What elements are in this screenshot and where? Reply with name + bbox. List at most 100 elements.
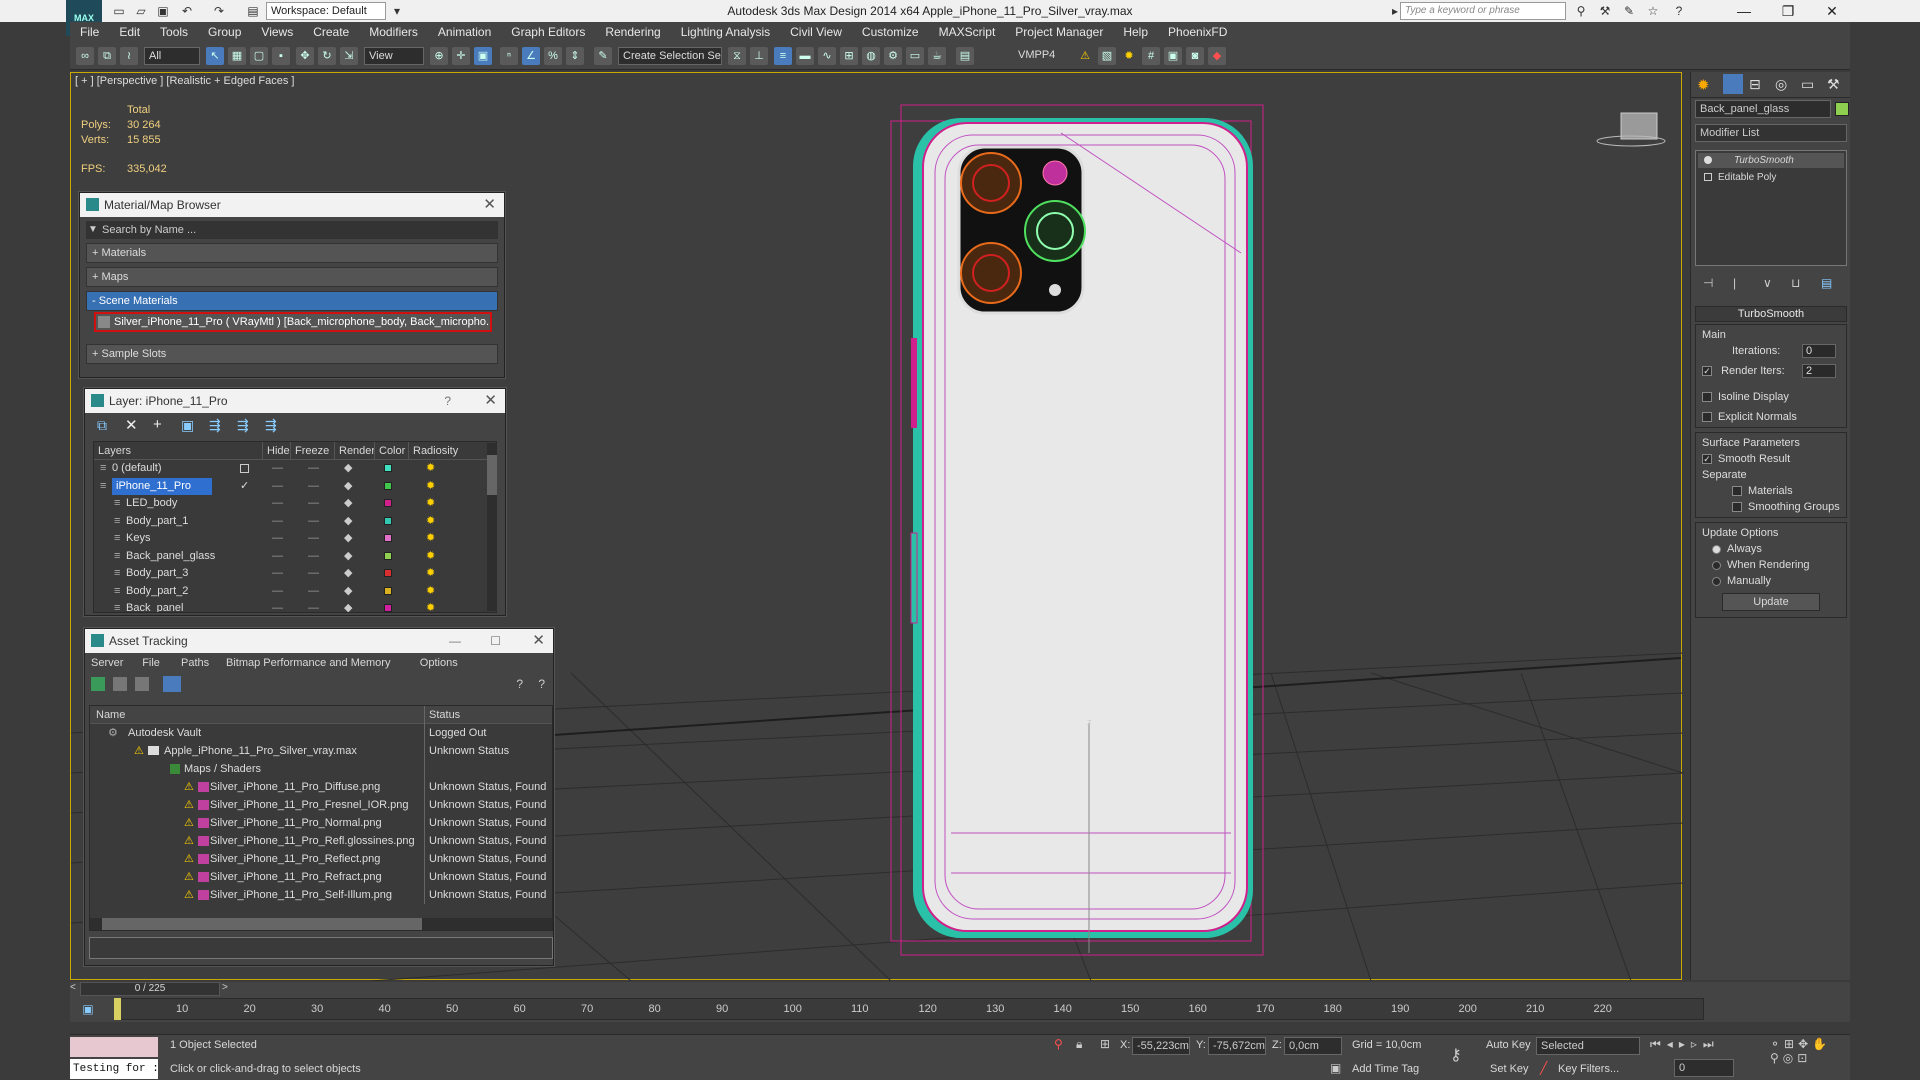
render-toggle-icon[interactable]: ◆: [344, 565, 352, 582]
render-toggle-icon[interactable]: ◆: [344, 583, 352, 600]
undo-icon[interactable]: ↶: [178, 2, 196, 20]
time-slider[interactable]: 0 / 225: [80, 982, 220, 996]
column-color[interactable]: Color: [374, 442, 405, 460]
radiosity-icon[interactable]: ✹: [426, 548, 435, 565]
radiosity-icon[interactable]: ✹: [426, 513, 435, 530]
help-icon[interactable]: ?: [444, 389, 451, 413]
reference-coordinate-dropdown[interactable]: View: [364, 47, 424, 65]
next-frame-icon[interactable]: >: [222, 982, 228, 993]
hide-toggle-icon[interactable]: —: [272, 548, 283, 565]
layer-name[interactable]: Body_part_2: [126, 583, 188, 600]
menu-phoenixfd[interactable]: PhoenixFD: [1158, 22, 1237, 42]
layer-color-swatch[interactable]: [384, 499, 392, 507]
select-object-icon[interactable]: ↖: [206, 47, 224, 65]
layer-color-swatch[interactable]: [384, 464, 392, 472]
layer-scrollbar[interactable]: [487, 443, 497, 611]
layer-name[interactable]: Back_panel: [126, 600, 184, 612]
warning-icon[interactable]: ⚠: [1076, 47, 1094, 65]
create-layer-icon[interactable]: ⧉: [97, 417, 107, 434]
communication-icon[interactable]: ✎: [1620, 2, 1638, 20]
minimize-icon[interactable]: —: [449, 629, 461, 653]
redo-icon[interactable]: ↷: [210, 2, 228, 20]
material-editor-icon[interactable]: ◍: [862, 47, 880, 65]
utilities-tab-icon[interactable]: ⚒: [1827, 76, 1840, 93]
binoculars-icon[interactable]: ⚲: [1572, 2, 1590, 20]
menu-graph-editors[interactable]: Graph Editors: [501, 22, 595, 42]
spinner-snap-icon[interactable]: ⇕: [566, 47, 584, 65]
close-button[interactable]: ✕: [1810, 0, 1854, 22]
column-freeze[interactable]: Freeze: [290, 442, 329, 460]
table-view-icon[interactable]: [163, 676, 181, 692]
asset-row[interactable]: ⚠ Silver_iPhone_11_Pro_Self-Illum.png Unkn…: [90, 886, 552, 904]
hide-toggle-icon[interactable]: —: [272, 600, 283, 612]
radiosity-icon[interactable]: ✹: [426, 495, 435, 512]
stack-editable-poly[interactable]: Editable Poly: [1698, 170, 1844, 185]
menu-help[interactable]: Help: [1113, 22, 1158, 42]
open-file-icon[interactable]: ▱: [132, 2, 150, 20]
render-toggle-icon[interactable]: ◆: [344, 530, 352, 547]
render-production-icon[interactable]: ☕: [928, 47, 946, 65]
layer-color-swatch[interactable]: [384, 481, 392, 490]
time-slider-marker[interactable]: [114, 998, 121, 1020]
tree-view-icon[interactable]: [135, 677, 149, 691]
set-key-button[interactable]: Set Key: [1490, 1063, 1529, 1075]
render-toggle-icon[interactable]: ◆: [344, 478, 352, 495]
asset-path-field[interactable]: [89, 937, 553, 959]
hide-toggle-icon[interactable]: —: [272, 495, 283, 512]
update-button[interactable]: Update: [1722, 593, 1820, 611]
freeze-toggle-icon[interactable]: —: [308, 478, 319, 495]
grid-icon[interactable]: #: [1142, 47, 1160, 65]
asset-row[interactable]: ⚠ Silver_iPhone_11_Pro_Diffuse.png Unknown…: [90, 778, 552, 796]
freeze-all-icon[interactable]: ⇶: [265, 417, 277, 434]
maxscript-listener-pink[interactable]: [70, 1037, 158, 1057]
layer-row[interactable]: ≡ LED_body — — ◆ ✹: [94, 495, 494, 512]
chevron-down-icon[interactable]: ▾: [388, 2, 406, 20]
smoothing-groups-checkbox[interactable]: [1732, 502, 1742, 513]
menu-views[interactable]: Views: [251, 22, 303, 42]
menu-group[interactable]: Group: [198, 22, 251, 42]
current-layer-box-icon[interactable]: [240, 464, 249, 473]
render-toggle-icon[interactable]: ◆: [344, 460, 352, 477]
column-hide[interactable]: Hide: [262, 442, 290, 460]
menu-create[interactable]: Create: [303, 22, 359, 42]
manually-radio[interactable]: [1712, 576, 1721, 586]
layer-row[interactable]: ≡ Keys — — ◆ ✹: [94, 530, 494, 547]
menu-project-manager[interactable]: Project Manager: [1005, 22, 1113, 42]
asset-menu-bitmap-performance-and-memory[interactable]: Bitmap Performance and Memory: [226, 653, 390, 673]
asset-menu-file[interactable]: File: [142, 653, 160, 673]
select-move-icon[interactable]: ✥: [296, 47, 314, 65]
column-name[interactable]: Name: [96, 706, 125, 724]
stack-turbosmooth[interactable]: TurboSmooth: [1698, 153, 1844, 168]
render-toggle-icon[interactable]: ◆: [344, 513, 352, 530]
layer-manager-icon[interactable]: ≡: [774, 47, 792, 65]
freeze-toggle-icon[interactable]: —: [308, 495, 319, 512]
render-iters-checkbox[interactable]: ✓: [1702, 366, 1712, 377]
select-scale-icon[interactable]: ⇲: [340, 47, 358, 65]
motion-tab-icon[interactable]: ◎: [1775, 76, 1787, 93]
asset-row[interactable]: ⚠ Silver_iPhone_11_Pro_Normal.png Unknown …: [90, 814, 552, 832]
object-name-field[interactable]: Back_panel_glass: [1695, 100, 1831, 118]
asset-menu-options[interactable]: Options: [420, 653, 458, 673]
layer-row[interactable]: ≡ Body_part_1 — — ◆ ✹: [94, 513, 494, 530]
radiosity-icon[interactable]: ✹: [426, 565, 435, 582]
help-icon[interactable]: ?: [516, 677, 523, 691]
lock-selection-icon[interactable]: 🔒︎: [1076, 1037, 1082, 1052]
explicit-normals-checkbox[interactable]: [1702, 412, 1712, 423]
pivot-center-icon[interactable]: ⊕: [430, 47, 448, 65]
select-rotate-icon[interactable]: ↻: [318, 47, 336, 65]
layer-row[interactable]: ≡ Body_part_3 — — ◆ ✹: [94, 565, 494, 582]
hide-toggle-icon[interactable]: —: [272, 513, 283, 530]
key-filters-button[interactable]: Key Filters...: [1558, 1063, 1619, 1075]
radiosity-icon[interactable]: ✹: [426, 478, 435, 495]
section-maps[interactable]: + Maps: [86, 267, 498, 287]
workspace-dropdown[interactable]: Workspace: Default: [266, 2, 386, 20]
percent-snap-icon[interactable]: %: [544, 47, 562, 65]
mirror-icon[interactable]: ⧖: [728, 47, 746, 65]
section-sample-slots[interactable]: + Sample Slots: [86, 344, 498, 364]
asset-row[interactable]: Maps / Shaders: [90, 760, 552, 778]
hide-toggle-icon[interactable]: —: [272, 478, 283, 495]
window-crossing-icon[interactable]: ▪: [272, 47, 290, 65]
restore-button[interactable]: ❐: [1766, 0, 1810, 22]
rectangular-selection-icon[interactable]: ▢: [250, 47, 268, 65]
edit-named-selection-icon[interactable]: ✎: [594, 47, 612, 65]
